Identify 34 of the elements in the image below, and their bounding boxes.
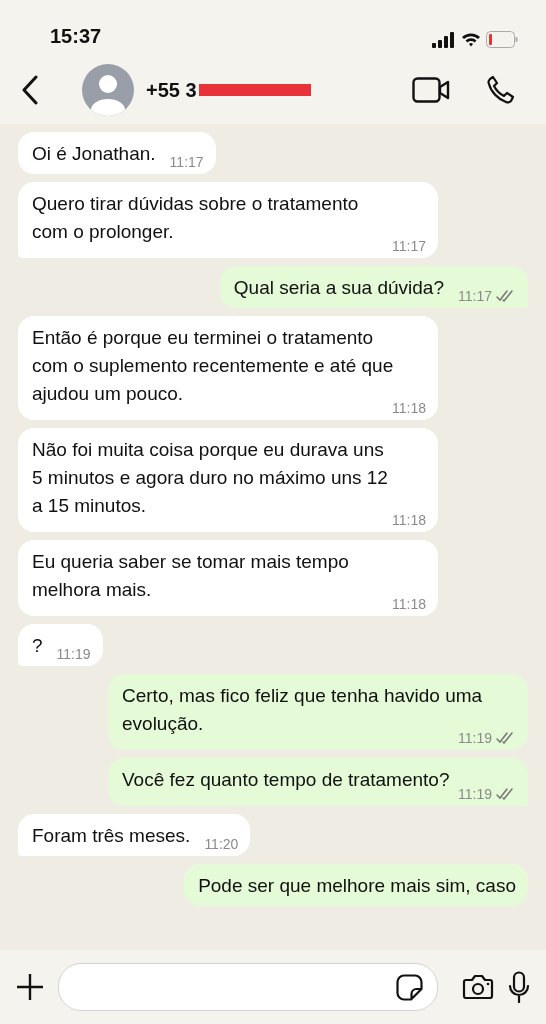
message-input[interactable] <box>58 963 438 1011</box>
message-time: 11:19 <box>458 785 492 804</box>
video-call-icon[interactable] <box>412 77 450 103</box>
message-time: 11:18 <box>392 511 426 530</box>
message-text: Eu queria saber se tomar mais tempo melhora mais. <box>32 550 350 602</box>
message-text: Então é porque eu terminei o tratamento com o suplemento recentemente e até que ajudou um pouco. <box>32 326 394 404</box>
message-text: Pode ser que melhore mais sim, caso <box>198 874 516 898</box>
plus-icon[interactable] <box>16 973 44 1001</box>
battery-icon <box>486 31 518 48</box>
phone-call-icon[interactable] <box>486 75 516 105</box>
back-icon[interactable] <box>22 75 38 105</box>
message-text: Qual seria a sua dúvida? <box>233 276 444 300</box>
signal-icon <box>432 31 456 48</box>
status-time: 15:37 <box>50 25 102 48</box>
message-time: 11:20 <box>204 835 239 854</box>
contact-name[interactable]: +55 3 <box>146 78 197 102</box>
message-time: 11:19 <box>56 645 91 664</box>
avatar-icon[interactable] <box>82 64 134 116</box>
message-text: ? <box>32 634 43 658</box>
message-time: 11:18 <box>392 399 426 418</box>
message-time: 11:17 <box>392 237 426 256</box>
camera-icon[interactable] <box>462 974 494 1000</box>
message-text: Você fez quanto tempo de tratamento? <box>122 768 450 792</box>
message-text: Foram três meses. <box>32 824 191 848</box>
message-text: Não foi muita coisa porque eu durava uns 5 minutos e agora duro no máximo uns 12 a 15 minutos. <box>32 438 389 518</box>
sticker-icon[interactable] <box>396 973 423 1001</box>
message-time: 11:18 <box>392 595 426 614</box>
message-text: Oi é Jonathan. <box>32 142 156 166</box>
message-time: 11:17 <box>458 287 492 306</box>
message-time: 11:17 <box>169 153 204 172</box>
message-time: 11:19 <box>458 729 492 748</box>
microphone-icon[interactable] <box>508 971 530 1003</box>
message-text: Quero tirar dúvidas sobre o tratamento com o prolonger. <box>32 192 360 244</box>
wifi-icon <box>461 32 481 47</box>
